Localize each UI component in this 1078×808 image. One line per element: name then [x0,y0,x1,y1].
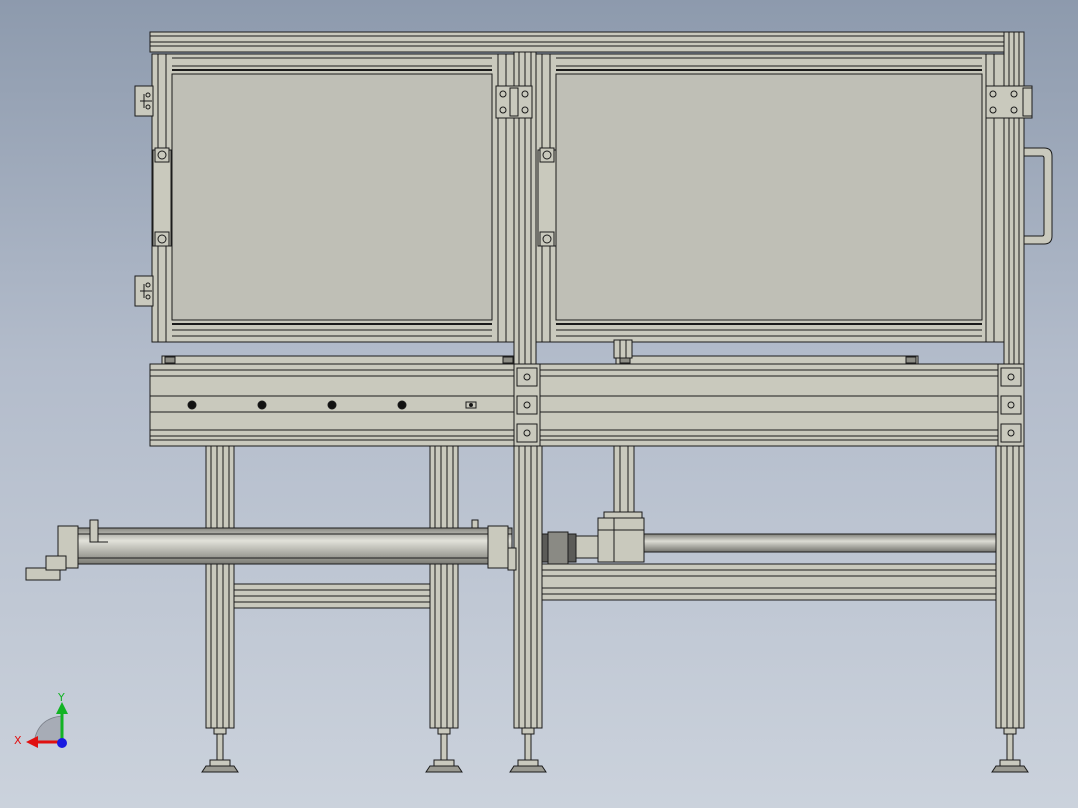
shaft-coupling [541,531,601,565]
left-door-handle[interactable] [152,147,172,247]
lower-cross-rail-right [539,563,999,601]
y-axis-label: Y [57,691,65,704]
leveling-foot-2 [425,727,463,773]
leg-3 [513,445,543,729]
leg-1 [205,445,235,729]
left-door-hinge-lower [134,275,154,307]
leg-4 [995,445,1025,729]
right-corner-connectors [997,363,1025,447]
table-beam-right [539,363,1001,447]
left-door-hinge-upper [134,85,154,117]
right-door[interactable] [535,53,1005,343]
left-door[interactable] [151,53,515,343]
right-door-pull-handle[interactable] [1023,147,1053,245]
table-top-plate [161,339,919,365]
x-axis-label: X [14,734,22,747]
gear-motor [597,511,645,563]
top-frame-rail [149,31,1025,53]
drive-rod [643,533,997,553]
right-upper-post [1003,31,1025,365]
motor-mount-post [613,445,635,517]
center-hinge [495,85,533,119]
center-corner-connectors [513,363,541,447]
cylinder-body [65,527,513,565]
machine-assembly-drawing: Y X [14,31,1053,773]
lower-cross-rail-left [233,583,431,609]
right-door-inner-handle[interactable] [537,147,557,247]
right-hinge [985,85,1033,119]
leveling-foot-4 [991,727,1029,773]
cad-viewport[interactable]: Y X [0,0,1078,808]
leg-2 [429,445,459,729]
leveling-foot-1 [201,727,239,773]
coordinate-triad[interactable]: Y X [14,691,68,748]
leveling-foot-3 [509,727,547,773]
